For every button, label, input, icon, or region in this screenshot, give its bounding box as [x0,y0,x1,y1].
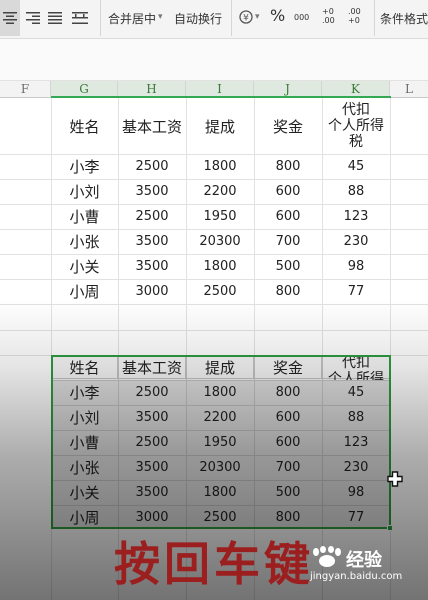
table1-header-name[interactable]: 姓名 [51,98,118,154]
table1-cell[interactable]: 500 [254,254,322,279]
baidu-jingyan-watermark: 经验 jingyan.baidu.com [306,546,424,586]
table1-cell[interactable]: 800 [254,154,322,179]
ribbon-separator [100,0,101,36]
table1-cell[interactable]: 小曹 [51,204,118,229]
table1-cell[interactable]: 123 [322,204,390,229]
watermark-brand: 经验 [346,550,382,571]
table1-cell[interactable]: 45 [322,154,390,179]
table1-cell[interactable]: 2200 [186,179,254,204]
table1-cell[interactable]: 20300 [186,229,254,254]
justify-icon [48,12,62,24]
table1-cell[interactable]: 1950 [186,204,254,229]
table1-cell[interactable]: 88 [322,179,390,204]
crosshair-cursor-icon [387,471,403,487]
increase-decimal-button[interactable]: +0 .00 [322,0,344,36]
selection-border [51,355,391,529]
justify-button[interactable] [46,0,64,36]
svg-text:¥: ¥ [243,14,249,24]
currency-icon: ¥ [239,10,253,24]
table1-cell[interactable]: 2500 [186,279,254,304]
ribbon-separator [231,0,232,36]
percent-label: % [270,6,286,25]
decrease-decimal-button[interactable]: .00 +0 [348,0,370,36]
table1-header-tax-line2: 个人所得 [328,118,384,134]
table1-cell[interactable]: 小李 [51,154,118,179]
table1-cell[interactable]: 800 [254,279,322,304]
table1-header-bonus[interactable]: 奖金 [254,98,322,154]
currency-button[interactable]: ¥ ▾ [238,0,266,36]
table1-cell[interactable]: 3500 [118,254,186,279]
thousands-button[interactable]: 000 [294,0,314,36]
align-right-button[interactable] [24,0,42,36]
auto-wrap-button[interactable]: 自动换行 [174,0,226,36]
table1-header-tax[interactable]: 代扣 个人所得 税 [322,98,390,154]
ribbon-separator [374,0,375,36]
table1-cell[interactable]: 2500 [118,154,186,179]
merge-center-label: 合并居中 [108,12,157,26]
table1-cell[interactable]: 230 [322,229,390,254]
table1-cell[interactable]: 1800 [186,254,254,279]
merge-center-button[interactable]: 合并居中 ▾ [108,0,168,36]
table1-cell[interactable]: 小周 [51,279,118,304]
column-header-l[interactable]: L [390,81,428,98]
table1-header-commission[interactable]: 提成 [186,98,254,154]
increase-decimal-label: +0 .00 [322,7,335,25]
table1-cell[interactable]: 小张 [51,229,118,254]
table1-header-tax-line3: 税 [349,134,363,150]
distribute-button[interactable] [70,0,90,36]
table1-cell[interactable]: 600 [254,204,322,229]
table1-cell[interactable]: 3000 [118,279,186,304]
chevron-down-icon: ▾ [158,12,163,22]
table1-header-base-salary[interactable]: 基本工资 [118,98,186,154]
formula-bar-area [0,39,428,81]
table1-cell[interactable]: 小刘 [51,179,118,204]
table1-cell[interactable]: 77 [322,279,390,304]
column-header-f[interactable]: F [0,81,51,98]
table1-cell[interactable]: 98 [322,254,390,279]
spreadsheet-grid[interactable]: 姓名 基本工资 提成 奖金 代扣 个人所得 税 小李 2500 1800 800… [0,98,428,600]
align-right-icon [26,12,40,24]
table1-cell[interactable]: 3500 [118,229,186,254]
align-center-icon [3,12,17,24]
percent-button[interactable]: % [270,0,290,36]
thousands-label: 000 [294,13,310,22]
watermark-url: jingyan.baidu.com [310,571,403,582]
decrease-decimal-label: .00 +0 [348,7,361,25]
table1-cell[interactable]: 700 [254,229,322,254]
ribbon-toolbar: 合并居中 ▾ 自动换行 ¥ ▾ % 000 +0 .00 .00 +0 条件格式 [0,0,428,40]
paw-logo-icon [313,546,341,567]
auto-wrap-label: 自动换行 [174,12,223,26]
chevron-down-icon: ▾ [255,12,260,22]
align-center-button[interactable] [0,0,20,36]
table1-cell[interactable]: 3500 [118,179,186,204]
table1-header-tax-line1: 代扣 [342,102,370,118]
gridline [0,330,428,331]
table1-cell[interactable]: 1800 [186,154,254,179]
table1-cell[interactable]: 2500 [118,204,186,229]
gridline [0,304,428,305]
table1-cell[interactable]: 小关 [51,254,118,279]
distribute-icon [72,12,88,24]
table1-cell[interactable]: 600 [254,179,322,204]
conditional-format-label: 条件格式 [380,12,428,26]
conditional-format-button[interactable]: 条件格式 [380,0,428,36]
